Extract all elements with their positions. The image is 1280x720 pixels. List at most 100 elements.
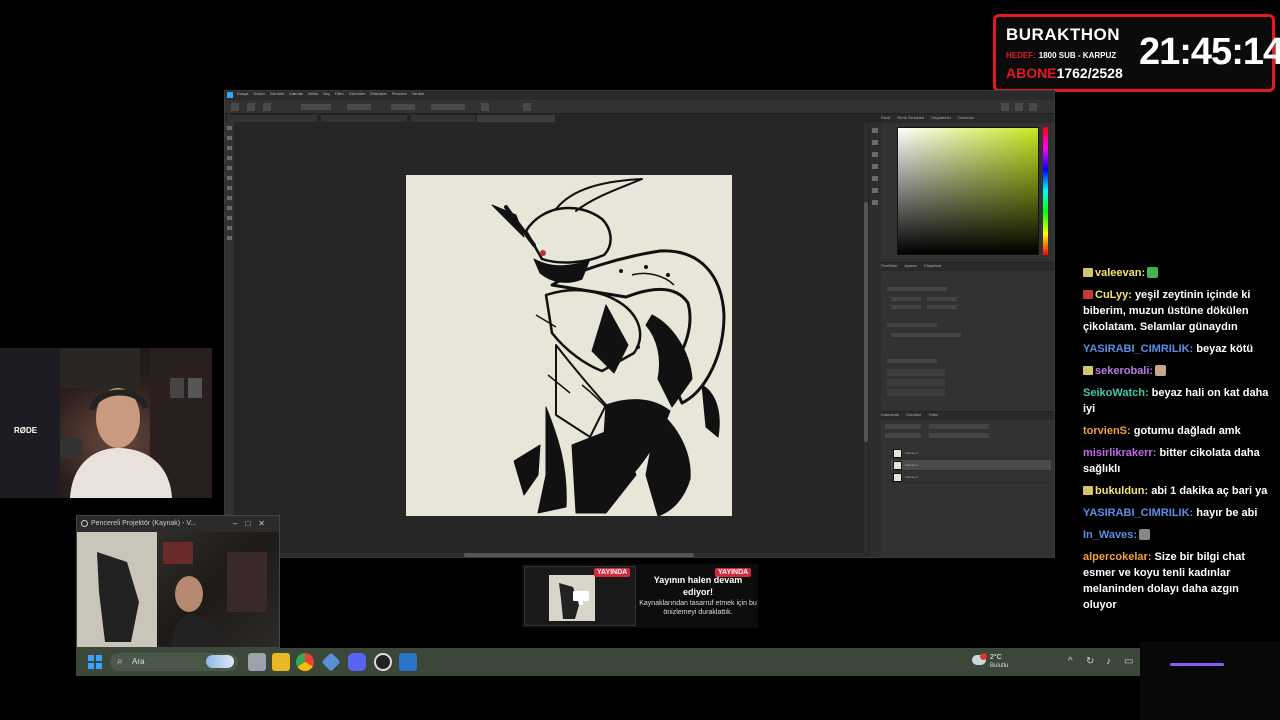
ps-options-controls[interactable] (225, 100, 1054, 114)
taskbar-search[interactable]: ⌕ Ara (110, 653, 238, 671)
app-icon[interactable] (399, 653, 417, 671)
chat-text: beyaz kötü (1196, 343, 1254, 355)
tool-icon[interactable] (321, 652, 341, 672)
subscriber-badge-icon (1083, 366, 1093, 375)
chat-username[interactable]: torvienS: (1083, 425, 1131, 437)
ps-menu-item[interactable]: Metin (308, 91, 318, 96)
ps-menu-item[interactable]: Görünüm (349, 91, 366, 96)
ps-menu-item[interactable]: Eklentiler (370, 91, 386, 96)
chat-message: YASIRABI_CIMRILIK: beyaz kötü (1083, 341, 1275, 357)
tab-adjustments[interactable]: Ayarlar (904, 263, 917, 268)
notice-body: Kaynaklarından tasarruf etmek için bu ön… (639, 600, 757, 616)
chat-message: bukuldun: abi 1 dakika aç bari ya (1083, 483, 1275, 499)
ps-menu-item[interactable]: Dosya (237, 91, 248, 96)
chat-username[interactable]: CuLyy: (1095, 289, 1132, 301)
ps-menu-item[interactable]: Görüntü (270, 91, 284, 96)
windows-start-icon[interactable] (88, 655, 102, 669)
weather-condition: Bulutlu (990, 663, 1009, 669)
tab-gradients[interactable]: Degradeler (931, 115, 951, 120)
ps-menu-item[interactable]: Düzen (253, 91, 265, 96)
sync-icon[interactable]: ↻ (1086, 656, 1094, 667)
chevron-up-icon[interactable]: ^ (1068, 656, 1073, 667)
window-controls[interactable]: –□✕ (233, 519, 273, 528)
task-view-icon[interactable] (248, 653, 266, 671)
mic-icon[interactable]: ♪ (1106, 656, 1111, 667)
goal-label: HEDEF: (1006, 51, 1036, 60)
chat-username[interactable]: alpercokelar: (1083, 551, 1151, 563)
layers-panel[interactable]: Katmanlar Kanallar Yollar Katman 2 Katma… (881, 411, 1054, 557)
chat-message: YASIRABI_CIMRILIK: hayır be abi (1083, 505, 1275, 521)
subathon-title: BURAKTHON (1006, 25, 1121, 44)
tab-paths[interactable]: Yollar (928, 412, 938, 417)
chat-username[interactable]: YASIRABI_CIMRILIK: (1083, 507, 1193, 519)
windows-taskbar[interactable]: ⌕ Ara 2°C Bulutlu ^ ↻ ♪ ▭ (76, 648, 1140, 676)
canvas-artwork[interactable] (406, 175, 732, 517)
search-input[interactable]: Ara (132, 657, 144, 666)
chat-text: hayır be abi (1196, 507, 1258, 519)
progress-bar (1170, 663, 1224, 666)
properties-panel[interactable]: Özellikler Ayarlar Kitaplıklar (881, 262, 1054, 412)
color-picker-field[interactable] (897, 127, 1039, 255)
chat-message: torvienS: gotumu dağladı amk (1083, 423, 1275, 439)
discord-icon[interactable] (348, 653, 366, 671)
display-icon[interactable]: ▭ (1124, 656, 1133, 667)
projector-window[interactable]: Pencereli Projektör (Kaynak) - V... –□✕ (76, 515, 280, 648)
ps-menubar: Dosya Düzen Görüntü Katman Metin Seç Filtre Gör… (225, 91, 1054, 100)
tab-properties[interactable]: Özellikler (881, 263, 897, 268)
chat-username[interactable]: sekerobali: (1095, 365, 1153, 377)
hue-slider[interactable] (1043, 127, 1048, 255)
ps-menu-items[interactable]: Dosya Düzen Görüntü Katman Metin Seç Filtre Gör… (237, 91, 429, 96)
ps-panel-icon-strip[interactable] (868, 122, 881, 557)
ps-menu-item[interactable]: Katman (289, 91, 303, 96)
ps-right-panels[interactable]: Renk Renk Örnekleri Degradeler Desenler … (881, 115, 1054, 557)
chat-emote-icon (1139, 529, 1151, 540)
chat-username[interactable]: YASIRABI_CIMRILIK: (1083, 343, 1193, 355)
weather-widget[interactable]: 2°C Bulutlu (972, 653, 1022, 673)
ps-options-bar[interactable] (225, 100, 1054, 114)
ps-menu-item[interactable]: Yardım (412, 91, 425, 96)
subathon-widget: BURAKTHON HEDEF: 1800 SUB - KARPUZ ABONE1… (993, 14, 1280, 92)
chat-message: sekerobali: (1083, 363, 1275, 379)
chat-message: In_Waves: (1083, 527, 1275, 543)
obs-icon[interactable] (374, 653, 392, 671)
file-explorer-icon[interactable] (272, 653, 290, 671)
layer-row-selected[interactable]: Katman 1 (891, 460, 1051, 471)
chat-message: SeikoWatch: beyaz hali on kat daha iyi (1083, 385, 1275, 417)
ps-toolbar[interactable] (225, 122, 234, 557)
chat-username[interactable]: valeevan: (1095, 267, 1145, 279)
chat-panel: valeevan: CuLyy: yeşil zeytinin içinde ki… (1083, 265, 1275, 619)
chat-username[interactable]: misirlikrakerr: (1083, 447, 1156, 459)
projector-title: Pencereli Projektör (Kaynak) - V... (91, 520, 197, 527)
layers-controls[interactable] (881, 420, 1054, 446)
tab-patterns[interactable]: Desenler (958, 115, 974, 120)
count-value: 1762/2528 (1056, 65, 1123, 81)
properties-controls[interactable] (881, 271, 1054, 411)
layers-panel-tabs[interactable]: Katmanlar Kanallar Yollar (881, 412, 1054, 420)
tab-channels[interactable]: Kanallar (906, 412, 921, 417)
ps-horizontal-scrollbar[interactable] (234, 553, 864, 557)
color-panel-tabs[interactable]: Renk Renk Örnekleri Degradeler Desenler (881, 115, 1054, 123)
chat-username[interactable]: In_Waves: (1083, 529, 1137, 541)
tab-swatches[interactable]: Renk Örnekleri (897, 115, 924, 120)
properties-panel-tabs[interactable]: Özellikler Ayarlar Kitaplıklar (881, 263, 1054, 271)
ps-menu-item[interactable]: Seç (323, 91, 330, 96)
ps-menu-item[interactable]: Filtre (335, 91, 344, 96)
projector-titlebar[interactable]: Pencereli Projektör (Kaynak) - V... –□✕ (77, 516, 279, 532)
layer-row[interactable]: Katman 2 (891, 448, 1051, 459)
knight-sketch-illustration (491, 178, 726, 517)
tab-layers[interactable]: Katmanlar (881, 412, 899, 417)
layer-row[interactable]: Katman 0 (891, 472, 1051, 483)
search-icon: ⌕ (117, 656, 123, 667)
microphone-label: RØDE (12, 425, 40, 436)
layer-name: Katman 1 (905, 463, 918, 467)
ps-menu-item[interactable]: Pencere (392, 91, 407, 96)
ps-hscroll-thumb[interactable] (464, 553, 694, 557)
tab-libraries[interactable]: Kitaplıklar (924, 263, 942, 268)
tab-color[interactable]: Renk (881, 115, 890, 120)
chrome-icon[interactable] (296, 653, 314, 671)
layer-thumbnail (893, 449, 902, 458)
chat-username[interactable]: bukuldun: (1095, 485, 1148, 497)
chat-username[interactable]: SeikoWatch: (1083, 387, 1149, 399)
projector-preview (77, 532, 279, 647)
chat-message: alpercokelar: Size bir bilgi chat esmer … (1083, 549, 1275, 613)
